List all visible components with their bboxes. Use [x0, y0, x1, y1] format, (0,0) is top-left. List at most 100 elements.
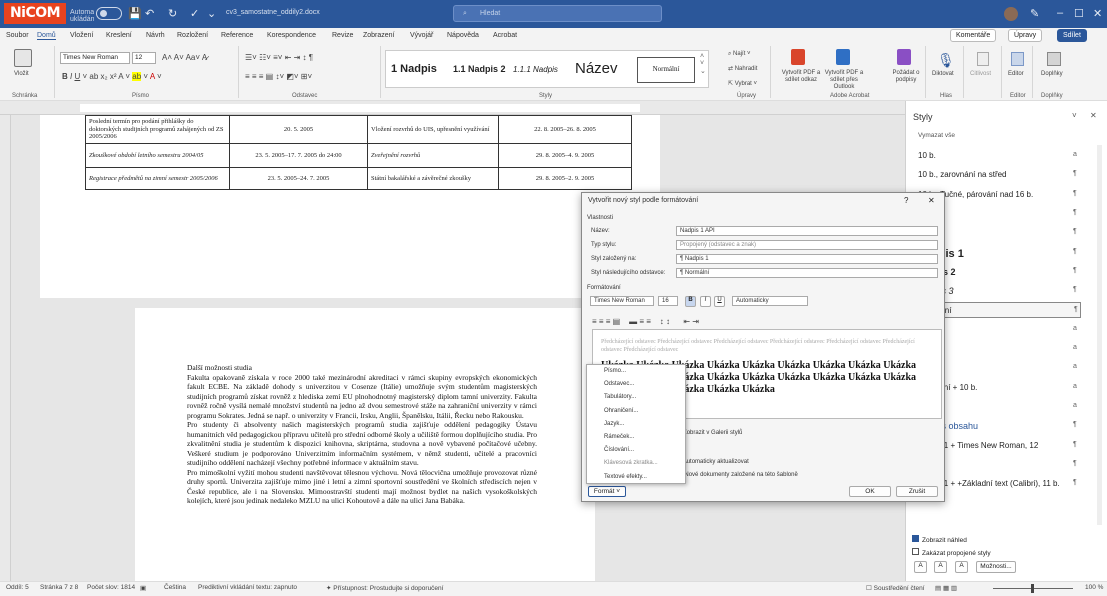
status-section[interactable]: Oddíl: 5: [6, 584, 29, 591]
dictate-button[interactable]: Diktovat: [932, 71, 954, 77]
tab-2[interactable]: Vložení: [70, 32, 93, 39]
select-button[interactable]: ⇱ Vybrat ˅: [728, 80, 757, 87]
tab-11[interactable]: Nápověda: [447, 32, 479, 39]
tab-0[interactable]: Soubor: [6, 32, 29, 39]
zoom-slider-thumb[interactable]: [1031, 584, 1034, 593]
style-item[interactable]: 10 b. a: [905, 148, 1081, 164]
sensitivity-icon[interactable]: [977, 52, 989, 66]
tab-9[interactable]: Zobrazení: [363, 32, 395, 39]
context-menu-item[interactable]: Odstavec...: [604, 381, 634, 387]
font-format-buttons[interactable]: A˄ A˅ Aa˅ A̷: [162, 53, 207, 62]
context-menu-item[interactable]: Rámeček...: [604, 434, 634, 440]
addins-button[interactable]: Doplňky: [1041, 71, 1063, 77]
share-button[interactable]: Sdílet: [1057, 29, 1087, 42]
minimize-icon[interactable]: –: [1057, 7, 1063, 19]
list-buttons[interactable]: ☰˅ ☷˅ ≡˅ ⇤ ⇥ ↕ ¶: [245, 53, 313, 62]
style-heading2[interactable]: 1.1 Nadpis 2: [453, 64, 506, 74]
microphone-icon[interactable]: 🎙: [937, 52, 955, 69]
paste-icon[interactable]: [14, 49, 32, 67]
context-menu-item[interactable]: Číslování...: [604, 447, 634, 453]
undo-icon[interactable]: ↶: [145, 7, 154, 20]
status-focus[interactable]: ☐ Soustředění čtení: [866, 584, 925, 592]
ok-button[interactable]: OK: [849, 486, 891, 497]
styles-scrollbar[interactable]: [1097, 145, 1102, 525]
size-select[interactable]: 16: [658, 296, 678, 306]
pdf-icon[interactable]: [791, 49, 805, 65]
tab-1[interactable]: Domů: [37, 32, 56, 40]
pane-options-icon[interactable]: ˅: [1072, 111, 1077, 120]
tab-6[interactable]: Reference: [221, 32, 253, 39]
dialog-close-icon[interactable]: ✕: [928, 196, 935, 205]
type-select[interactable]: Propojený (odstavec a znak): [676, 240, 938, 250]
tab-12[interactable]: Acrobat: [493, 32, 517, 39]
bold-button[interactable]: B: [685, 296, 696, 307]
context-menu-item[interactable]: Písmo...: [604, 368, 626, 374]
comments-button[interactable]: Komentáře: [950, 29, 997, 42]
editor-icon[interactable]: [1011, 52, 1024, 66]
status-zoom[interactable]: 100 %: [1085, 584, 1103, 591]
maximize-icon[interactable]: ☐: [1074, 7, 1084, 20]
status-language[interactable]: Čeština: [164, 584, 186, 591]
disable-linked-checkbox[interactable]: Zakázat propojené styly: [912, 548, 991, 557]
sensitivity-button[interactable]: Citlivost: [970, 71, 991, 77]
options-button[interactable]: Možnosti...: [976, 561, 1016, 573]
help-icon[interactable]: ?: [904, 196, 908, 205]
show-preview-checkbox[interactable]: Zobrazit náhled: [912, 535, 967, 544]
format-icon[interactable]: ✓: [190, 7, 199, 20]
style-heading3[interactable]: 1.1.1 Nadpis: [513, 65, 558, 74]
proofing-icon[interactable]: ▣: [140, 584, 146, 592]
based-on-select[interactable]: ¶ Nadpis 1: [676, 254, 938, 264]
underline-button[interactable]: U: [714, 296, 725, 307]
editing-mode-button[interactable]: Úpravy: [1008, 29, 1043, 42]
status-prediction[interactable]: Prediktivní vkládání textu: zapnuto: [198, 584, 297, 591]
view-buttons[interactable]: ▤ ▦ ▥: [935, 584, 957, 592]
redo-icon[interactable]: ↻: [168, 7, 177, 20]
tab-4[interactable]: Návrh: [146, 32, 165, 39]
document-filename[interactable]: cv3_samostatne_oddily2.docx: [226, 9, 320, 16]
context-menu-item[interactable]: Klávesová zkratka...: [604, 460, 658, 466]
font-name-box[interactable]: Times New Roman: [60, 52, 130, 64]
tab-10[interactable]: Vývojář: [410, 32, 433, 39]
color-select[interactable]: Automaticky: [732, 296, 808, 306]
style-normal[interactable]: Normální: [637, 57, 695, 83]
context-menu-item[interactable]: Tabulátory...: [604, 394, 636, 400]
align-buttons[interactable]: ≡ ≡ ≡ ▤ ↕˅ ◩˅ ⊞˅: [245, 72, 312, 81]
name-input[interactable]: Nadpis 1 API: [676, 226, 938, 236]
font-size-box[interactable]: 12: [132, 52, 156, 64]
format-dropdown-button[interactable]: Formát ˅: [588, 486, 626, 497]
clear-all-style[interactable]: Vymazat vše: [918, 132, 955, 139]
search-box[interactable]: ⌕ Hledat: [453, 5, 662, 22]
font-select[interactable]: Times New Roman: [590, 296, 654, 306]
tab-8[interactable]: Revize: [332, 32, 353, 39]
paste-button[interactable]: Vložit: [14, 71, 29, 77]
styles-gallery[interactable]: 1 Nadpis 1.1 Nadpis 2 1.1.1 Nadpis Název…: [385, 50, 709, 88]
auto-update-checkbox[interactable]: ☐ Automaticky aktualizovat: [676, 458, 749, 465]
styles-scroll[interactable]: ˄ ˅ ⌄: [700, 53, 706, 75]
tab-5[interactable]: Rozložení: [177, 32, 208, 39]
sign-icon[interactable]: [897, 49, 911, 65]
tab-7[interactable]: Korespondence: [267, 32, 316, 39]
create-pdf-link-button[interactable]: Vytvořit PDF a sdílet odkaz: [778, 70, 824, 84]
pane-close-icon[interactable]: ✕: [1090, 111, 1097, 120]
new-style-button[interactable]: A: [914, 561, 927, 573]
alignment-buttons[interactable]: ≡ ≡ ≡ ▤ ▬ ≡ ≡ ↕ ↕ ⇤ ⇥: [592, 317, 699, 326]
style-item[interactable]: 10 b., zarovnání na střed ¶: [905, 167, 1081, 183]
status-accessibility[interactable]: ✦ Přístupnost: Prostudujte si doporučení: [326, 584, 443, 592]
user-avatar[interactable]: [1004, 7, 1018, 21]
addins-icon[interactable]: [1047, 52, 1061, 66]
manage-styles-button[interactable]: A: [955, 561, 968, 573]
editor-button[interactable]: Editor: [1008, 71, 1024, 77]
tab-3[interactable]: Kreslení: [106, 32, 132, 39]
cancel-button[interactable]: Zrušit: [896, 486, 938, 497]
style-inspector-button[interactable]: A: [934, 561, 947, 573]
close-icon[interactable]: ✕: [1093, 7, 1102, 20]
status-words[interactable]: Počet slov: 1814: [87, 584, 135, 591]
autosave-toggle[interactable]: [96, 7, 122, 20]
context-menu-item[interactable]: Jazyk...: [604, 421, 624, 427]
context-menu-item[interactable]: Textové efekty...: [604, 474, 647, 480]
style-title[interactable]: Název: [575, 60, 618, 77]
next-style-select[interactable]: ¶ Normální: [676, 268, 938, 278]
italic-button[interactable]: I: [700, 296, 711, 307]
style-heading1[interactable]: 1 Nadpis: [391, 63, 437, 75]
context-menu-item[interactable]: Ohraničení...: [604, 408, 638, 414]
